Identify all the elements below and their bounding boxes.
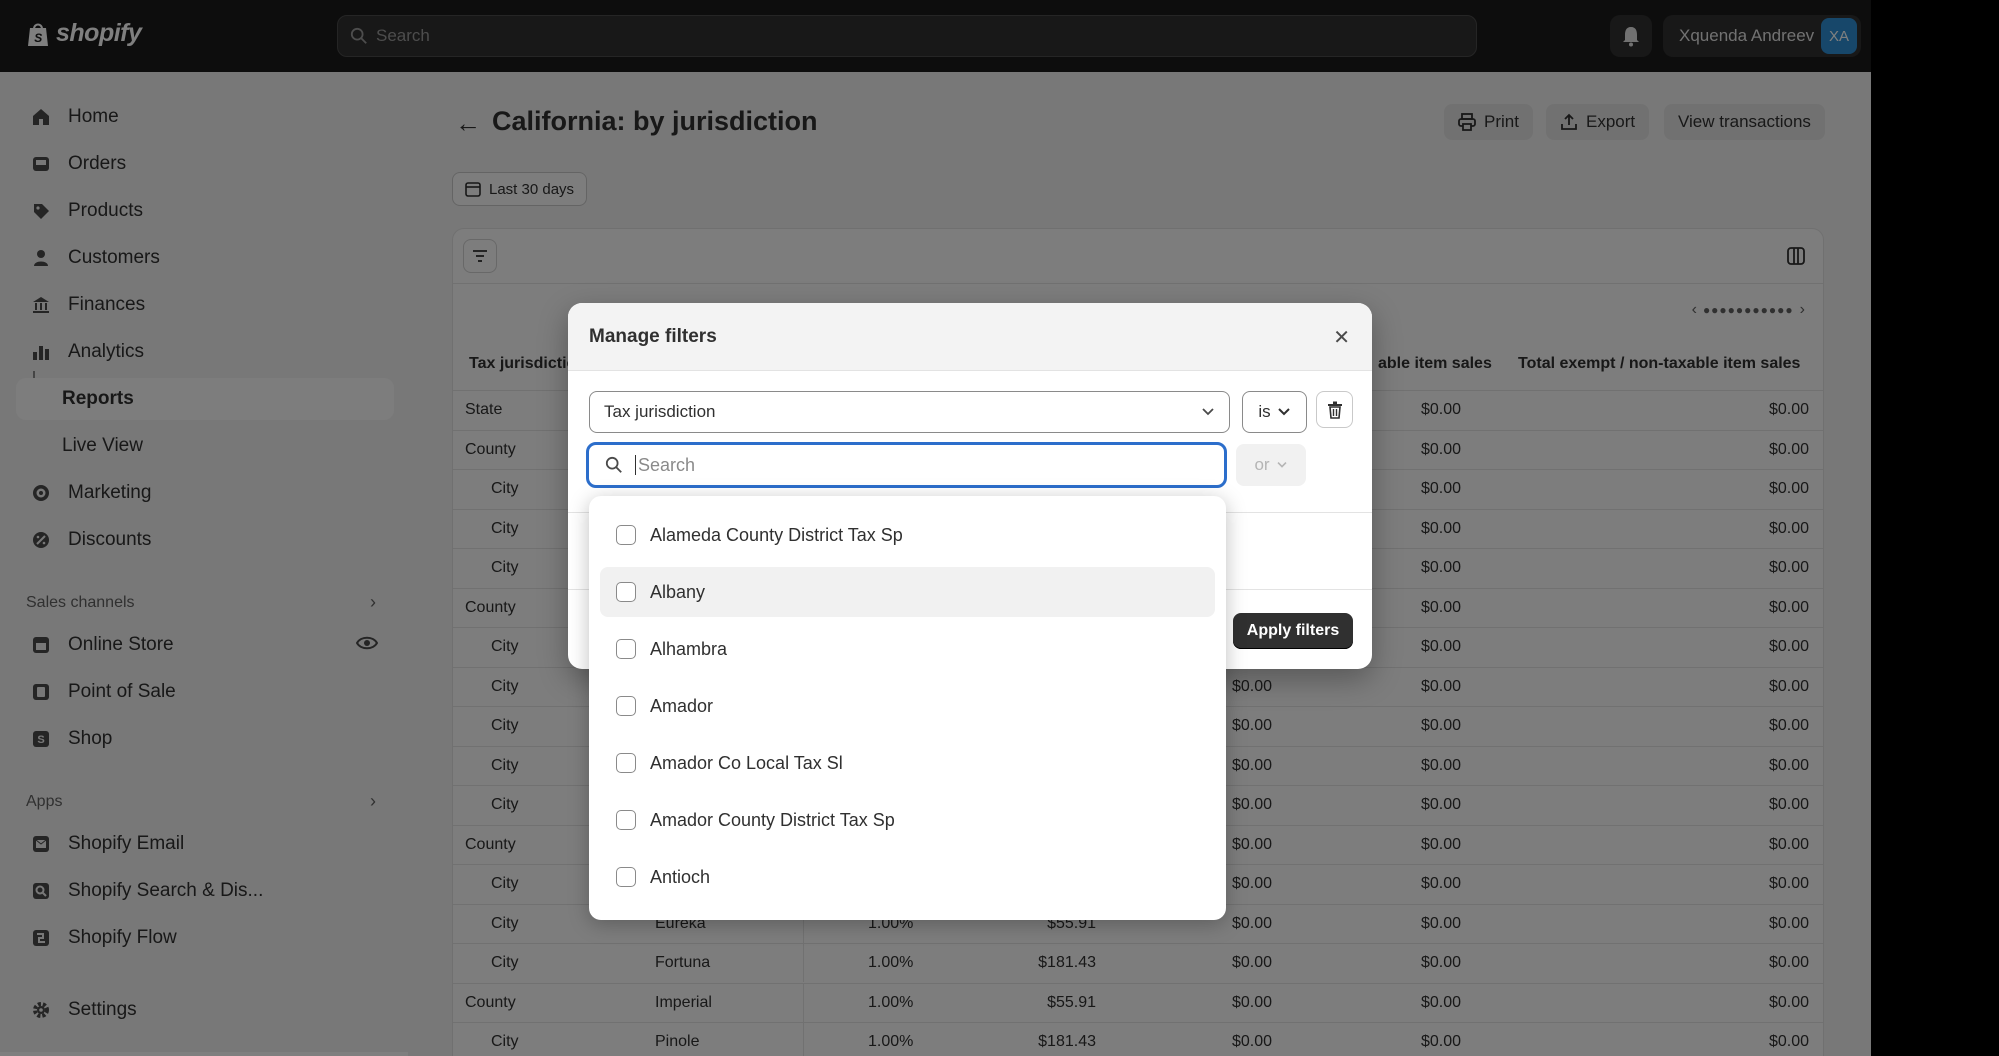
option-checkbox[interactable] xyxy=(616,639,636,659)
delete-filter-button[interactable] xyxy=(1316,391,1353,428)
close-icon[interactable]: ✕ xyxy=(1333,325,1350,350)
option-label: Amador County District Tax Sp xyxy=(650,810,895,831)
text-caret xyxy=(635,455,636,475)
list-item[interactable]: Alhambra xyxy=(600,624,1215,674)
list-item[interactable]: Alameda County District Tax Sp xyxy=(600,510,1215,560)
option-label: Alhambra xyxy=(650,639,727,660)
option-checkbox[interactable] xyxy=(616,525,636,545)
or-select[interactable]: or xyxy=(1236,444,1306,486)
list-item[interactable]: Amador xyxy=(600,681,1215,731)
list-item[interactable]: Antioch xyxy=(600,852,1215,902)
list-item[interactable]: Amador County District Tax Sp xyxy=(600,795,1215,845)
or-value: or xyxy=(1254,455,1269,475)
list-item[interactable]: Amador Co Local Tax Sl xyxy=(600,738,1215,788)
chevron-down-icon xyxy=(1276,461,1288,469)
modal-title: Manage filters xyxy=(589,326,717,348)
right-black-strip xyxy=(1871,0,1999,1056)
chevron-down-icon xyxy=(1201,407,1215,417)
chevron-down-icon xyxy=(1277,407,1291,417)
filter-field-select[interactable]: Tax jurisdiction xyxy=(589,391,1230,433)
search-icon xyxy=(605,456,623,474)
jurisdiction-options-list: Alameda County District Tax Sp Albany Alha… xyxy=(589,496,1226,920)
apply-filters-button[interactable]: Apply filters xyxy=(1233,613,1353,649)
option-label: Amador Co Local Tax Sl xyxy=(650,753,843,774)
trash-icon xyxy=(1327,401,1343,419)
option-checkbox[interactable] xyxy=(616,810,636,830)
option-checkbox[interactable] xyxy=(616,696,636,716)
jurisdiction-search-input[interactable]: Search xyxy=(586,442,1227,488)
operator-select[interactable]: is xyxy=(1242,391,1307,433)
operator-value: is xyxy=(1258,402,1270,422)
app-window: S shopify Search Xquenda Andreev XA Home… xyxy=(0,0,1871,1056)
option-label: Amador xyxy=(650,696,713,717)
filter-field-value: Tax jurisdiction xyxy=(604,402,716,422)
list-item[interactable]: Albany xyxy=(600,567,1215,617)
option-checkbox[interactable] xyxy=(616,582,636,602)
option-label: Albany xyxy=(650,582,705,603)
search-placeholder: Search xyxy=(638,455,695,476)
option-label: Alameda County District Tax Sp xyxy=(650,525,903,546)
option-label: Antioch xyxy=(650,867,710,888)
option-checkbox[interactable] xyxy=(616,867,636,887)
option-checkbox[interactable] xyxy=(616,753,636,773)
modal-header: Manage filters ✕ xyxy=(568,303,1372,371)
